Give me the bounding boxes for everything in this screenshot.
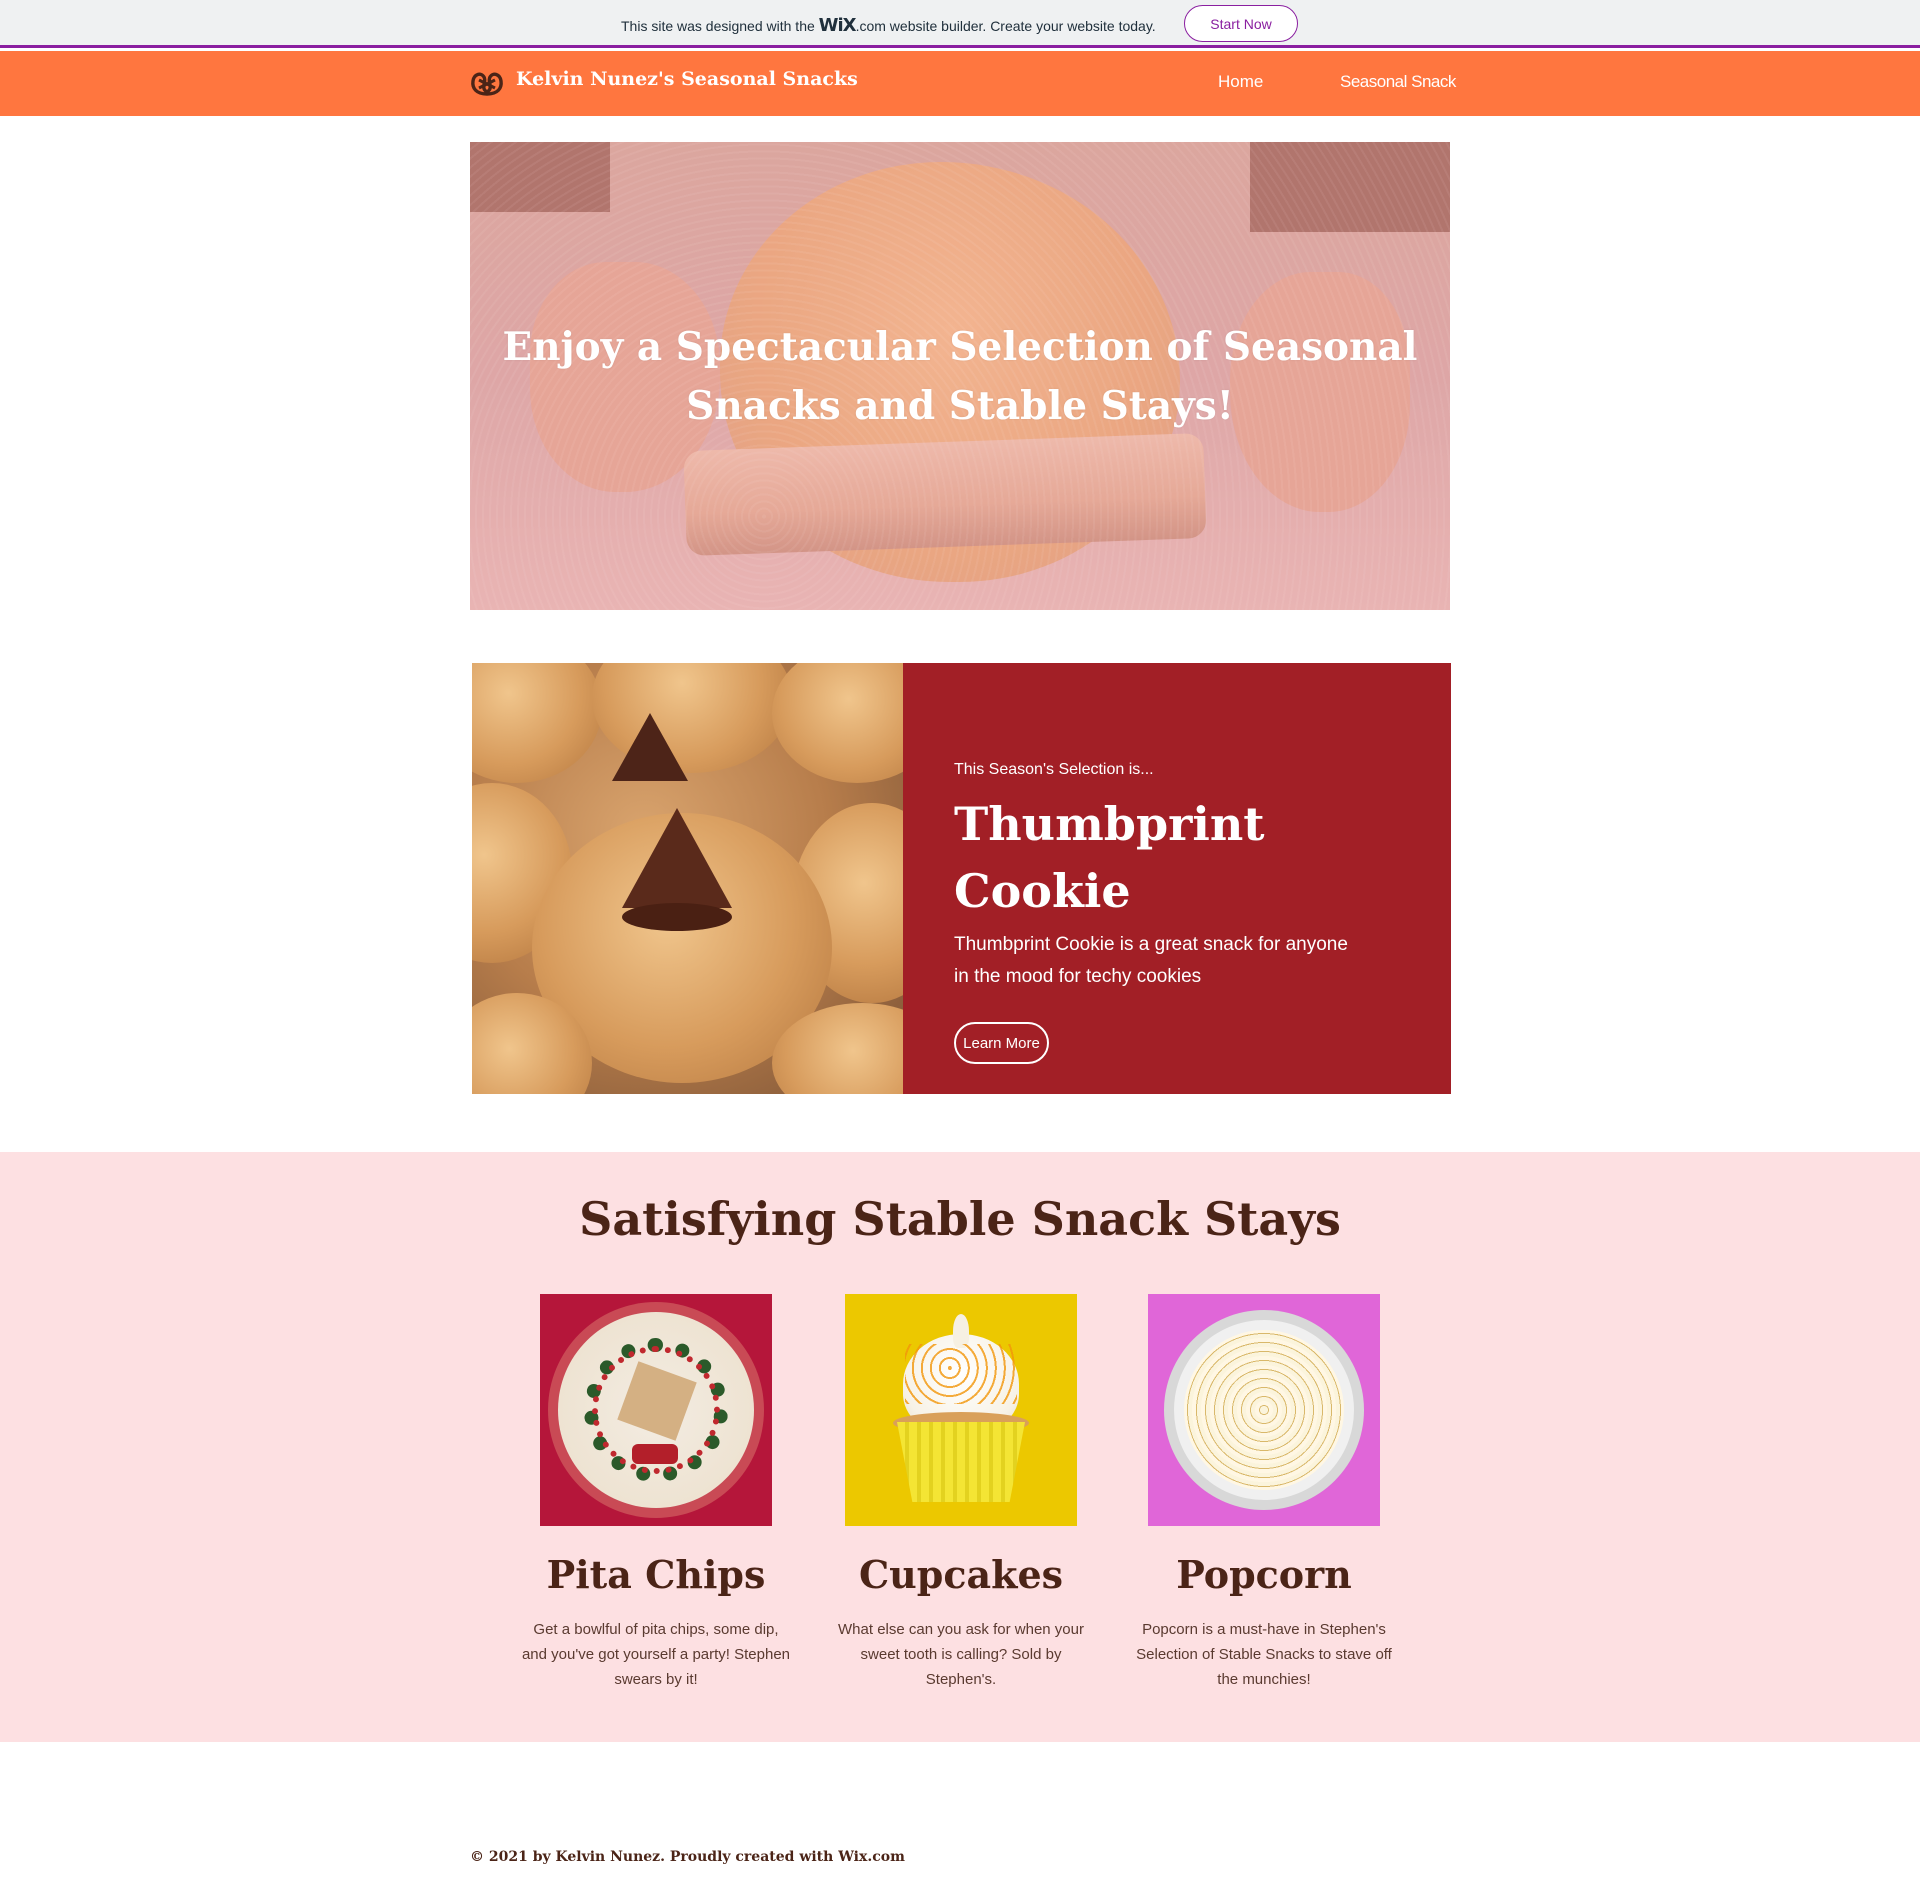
stays-section: Satisfying Stable Snack Stays Pita Chips… bbox=[0, 1152, 1920, 1742]
wix-logo: WiX bbox=[818, 15, 857, 36]
wix-promo-text-before: This site was designed with the bbox=[621, 18, 819, 34]
feature-title: Thumbprint Cookie bbox=[954, 797, 1265, 918]
card-pita-chips: Pita Chips Get a bowlful of pita chips, … bbox=[522, 1294, 790, 1688]
pretzel-icon[interactable] bbox=[470, 68, 504, 98]
card-title: Popcorn bbox=[1176, 1552, 1352, 1597]
site-title[interactable]: Kelvin Nunez's Seasonal Snacks bbox=[516, 68, 858, 90]
footer-copyright: © 2021 by Kelvin Nunez. Proudly created … bbox=[470, 1849, 905, 1865]
wix-promo-text-after: website builder. Create your website tod… bbox=[885, 18, 1156, 34]
popcorn-image bbox=[1148, 1294, 1380, 1526]
hero-banner: Enjoy a Spectacular Selection of Seasona… bbox=[470, 142, 1450, 610]
card-title: Cupcakes bbox=[858, 1552, 1064, 1597]
wix-promo-banner: This site was designed with the WiX.com … bbox=[0, 0, 1920, 48]
stays-title: Satisfying Stable Snack Stays bbox=[579, 1192, 1341, 1246]
wix-logo-suffix: .com bbox=[855, 18, 886, 34]
thumbprint-cookie-image bbox=[472, 663, 903, 1094]
site-header: Kelvin Nunez's Seasonal Snacks Home Seas… bbox=[0, 51, 1920, 116]
cupcake-image bbox=[845, 1294, 1077, 1526]
feature-panel: This Season's Selection is... Thumbprint… bbox=[903, 663, 1451, 1094]
nav-home[interactable]: Home bbox=[1218, 72, 1263, 92]
nav-seasonal-snack[interactable]: Seasonal Snack bbox=[1340, 72, 1456, 92]
card-title: Pita Chips bbox=[546, 1552, 766, 1597]
feature-kicker: This Season's Selection is... bbox=[954, 761, 1154, 778]
card-popcorn: Popcorn Popcorn is a must-have in Stephe… bbox=[1136, 1294, 1392, 1688]
feature-description: Thumbprint Cookie is a great snack for a… bbox=[954, 934, 1348, 987]
card-description: Get a bowlful of pita chips, some dip, a… bbox=[521, 1621, 791, 1688]
learn-more-button[interactable]: Learn More bbox=[954, 1022, 1049, 1064]
hero-title: Enjoy a Spectacular Selection of Seasona… bbox=[502, 324, 1418, 429]
card-description: Popcorn is a must-have in Stephen's Sele… bbox=[1136, 1621, 1392, 1688]
pita-chips-image bbox=[540, 1294, 772, 1526]
start-now-button[interactable]: Start Now bbox=[1184, 5, 1298, 42]
wix-promo-text: This site was designed with the WiX.com … bbox=[621, 15, 1156, 36]
card-description: What else can you ask for when your swee… bbox=[838, 1621, 1084, 1688]
card-cupcakes: Cupcakes What else can you ask for when … bbox=[838, 1294, 1084, 1688]
